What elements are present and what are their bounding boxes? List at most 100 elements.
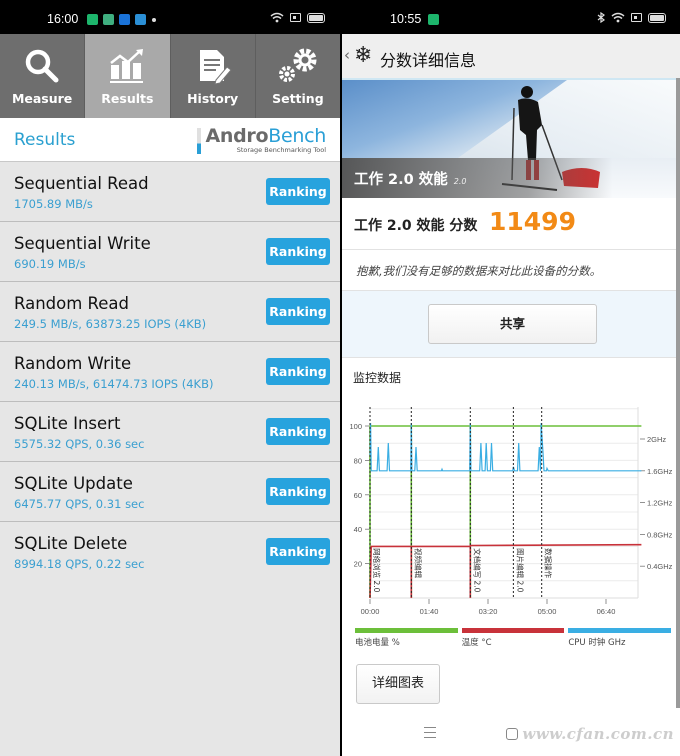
menu-icon[interactable] <box>424 727 436 742</box>
result-value: 8994.18 QPS, 0.22 sec <box>14 557 145 571</box>
tab-label: Results <box>101 91 154 106</box>
tab-results[interactable]: Results <box>85 34 171 118</box>
app-notification-icon-4 <box>135 14 146 25</box>
chart-legend: 电池电量 % 温度 °C CPU 时钟 GHz <box>355 628 672 648</box>
ranking-button[interactable]: Ranking <box>266 178 330 205</box>
result-title: SQLite Delete <box>14 534 128 553</box>
detailed-chart-button[interactable]: 详细图表 <box>356 664 440 704</box>
androbench-app: 16:00 Measure Results History Setting Re… <box>0 0 340 756</box>
comparison-notice: 抱歉,我们没有足够的数据来对比此设备的分数。 <box>342 250 680 291</box>
ranking-button[interactable]: Ranking <box>266 358 330 385</box>
benchmark-version: 2.0 <box>453 177 467 186</box>
tab-measure[interactable]: Measure <box>0 34 86 118</box>
result-title: Random Write <box>14 354 132 373</box>
hero-caption: 工作 2.0 效能 2.0 <box>342 158 680 198</box>
more-notifications-dot-icon <box>152 18 156 22</box>
right-axis-tick-label: 0.4GHz <box>647 562 673 571</box>
x-axis-tick-label: 05:00 <box>538 607 557 616</box>
logo-andro: Andro <box>205 125 269 147</box>
result-row-random-read: Random Read 249.5 MB/s, 63873.25 IOPS (4… <box>0 282 340 342</box>
result-value: 1705.89 MB/s <box>14 197 93 211</box>
snowflake-logo-icon: ❄ <box>354 43 373 68</box>
event-marker-label: 网络浏览 2.0 <box>372 548 382 593</box>
wifi-icon <box>270 12 284 23</box>
status-bar: 10:55 <box>342 0 680 34</box>
result-title: SQLite Insert <box>14 414 121 433</box>
score-label: 工作 2.0 效能 分数 <box>354 218 478 234</box>
tab-label: History <box>187 91 239 106</box>
watermark: www.cfan.com.cn <box>522 725 674 743</box>
benchmark-name: 工作 2.0 效能 <box>354 172 448 188</box>
ranking-button[interactable]: Ranking <box>266 418 330 445</box>
ranking-button[interactable]: Ranking <box>266 238 330 265</box>
pcmark-app: 10:55 ‹ ❄ 分数详细信息 工作 2.0 效能 2.0 工作 2.0 效能… <box>342 0 680 756</box>
x-axis-tick-label: 03:20 <box>479 607 498 616</box>
right-axis-tick-label: 0.8GHz <box>647 530 673 539</box>
event-marker-label: 文档编写 2.0 <box>472 548 482 593</box>
logo-bar-icon <box>197 128 202 154</box>
battery-icon <box>648 12 666 23</box>
right-axis-tick-label: 1.6GHz <box>647 467 673 476</box>
result-title: Random Read <box>14 294 130 313</box>
right-axis-tick-label: 2GHz <box>647 435 666 444</box>
result-title: Sequential Read <box>14 174 149 193</box>
left-axis-tick-label: 100 <box>349 422 362 431</box>
logo-bench: Bench <box>268 125 326 147</box>
x-axis-tick-label: 00:00 <box>361 607 380 616</box>
app-notification-icon <box>428 14 439 25</box>
status-bar: 16:00 <box>0 0 340 34</box>
score-value: 11499 <box>489 207 576 236</box>
ranking-button[interactable]: Ranking <box>266 298 330 325</box>
tab-setting[interactable]: Setting <box>256 34 340 118</box>
bluetooth-icon <box>597 12 605 23</box>
left-axis-tick-label: 20 <box>354 560 362 569</box>
result-row-sqlite-delete: SQLite Delete 8994.18 QPS, 0.22 sec Rank… <box>0 522 340 582</box>
ranking-button[interactable]: Ranking <box>266 538 330 565</box>
search-icon <box>25 49 59 83</box>
status-icons <box>597 12 666 23</box>
result-value: 249.5 MB/s, 63873.25 IOPS (4KB) <box>14 317 207 331</box>
benchmark-hero-image: 工作 2.0 效能 2.0 <box>342 80 680 198</box>
legend-label: CPU 时钟 GHz <box>568 638 626 648</box>
back-chevron-icon[interactable]: ‹ <box>344 46 350 64</box>
legend-label: 温度 °C <box>461 638 492 648</box>
home-icon[interactable] <box>506 728 518 740</box>
score-row: 工作 2.0 效能 分数 11499 <box>342 198 680 250</box>
x-axis-tick-label: 06:40 <box>597 607 616 616</box>
share-button[interactable]: 共享 <box>428 304 597 344</box>
right-axis-tick-label: 1.2GHz <box>647 499 673 508</box>
result-row-random-write: Random Write 240.13 MB/s, 61474.73 IOPS … <box>0 342 340 402</box>
status-time: 10:55 <box>390 12 422 26</box>
chart-background <box>342 395 680 625</box>
tab-history[interactable]: History <box>171 34 256 118</box>
logo-subtitle: Storage Benchmarking Tool <box>236 146 326 154</box>
main-tabs: Measure Results History Setting <box>0 34 340 118</box>
monitoring-title: 监控数据 <box>353 371 402 385</box>
page-title: Results <box>14 130 76 150</box>
scrollbar[interactable] <box>676 78 680 708</box>
tab-label: Measure <box>11 91 73 106</box>
status-time: 16:00 <box>47 12 79 26</box>
sim-card-icon <box>631 13 642 22</box>
androbench-logo: AndroBench Storage Benchmarking Tool <box>197 125 326 154</box>
left-axis-tick-label: 60 <box>354 491 362 500</box>
x-axis-tick-label: 01:40 <box>420 607 439 616</box>
document-edit-icon <box>199 50 232 85</box>
result-value: 5575.32 QPS, 0.36 sec <box>14 437 145 451</box>
event-marker-label: 数据操作 <box>544 548 554 578</box>
legend-swatch <box>355 628 458 633</box>
sim-card-icon <box>290 13 301 22</box>
event-marker-label: 视频编辑 <box>413 548 423 578</box>
comparison-notice-text: 抱歉,我们没有足够的数据来对比此设备的分数。 <box>356 264 602 278</box>
ranking-button[interactable]: Ranking <box>266 478 330 505</box>
result-value: 690.19 MB/s <box>14 257 86 271</box>
result-row-sqlite-update: SQLite Update 6475.77 QPS, 0.31 sec Rank… <box>0 462 340 522</box>
monitoring-chart: 20 40 60 80 100 0.4GHz 0.8GHz 1.2GHz 1.6GHz 2GHz 0… <box>342 395 680 625</box>
result-title: Sequential Write <box>14 234 151 253</box>
app-notification-icon-2 <box>103 14 114 25</box>
legend-item-battery: 电池电量 % <box>355 628 458 648</box>
monitoring-section-header: 监控数据 <box>342 358 680 396</box>
tab-label: Setting <box>272 91 324 106</box>
app-notification-icon-3 <box>119 14 130 25</box>
status-icons <box>270 12 325 23</box>
